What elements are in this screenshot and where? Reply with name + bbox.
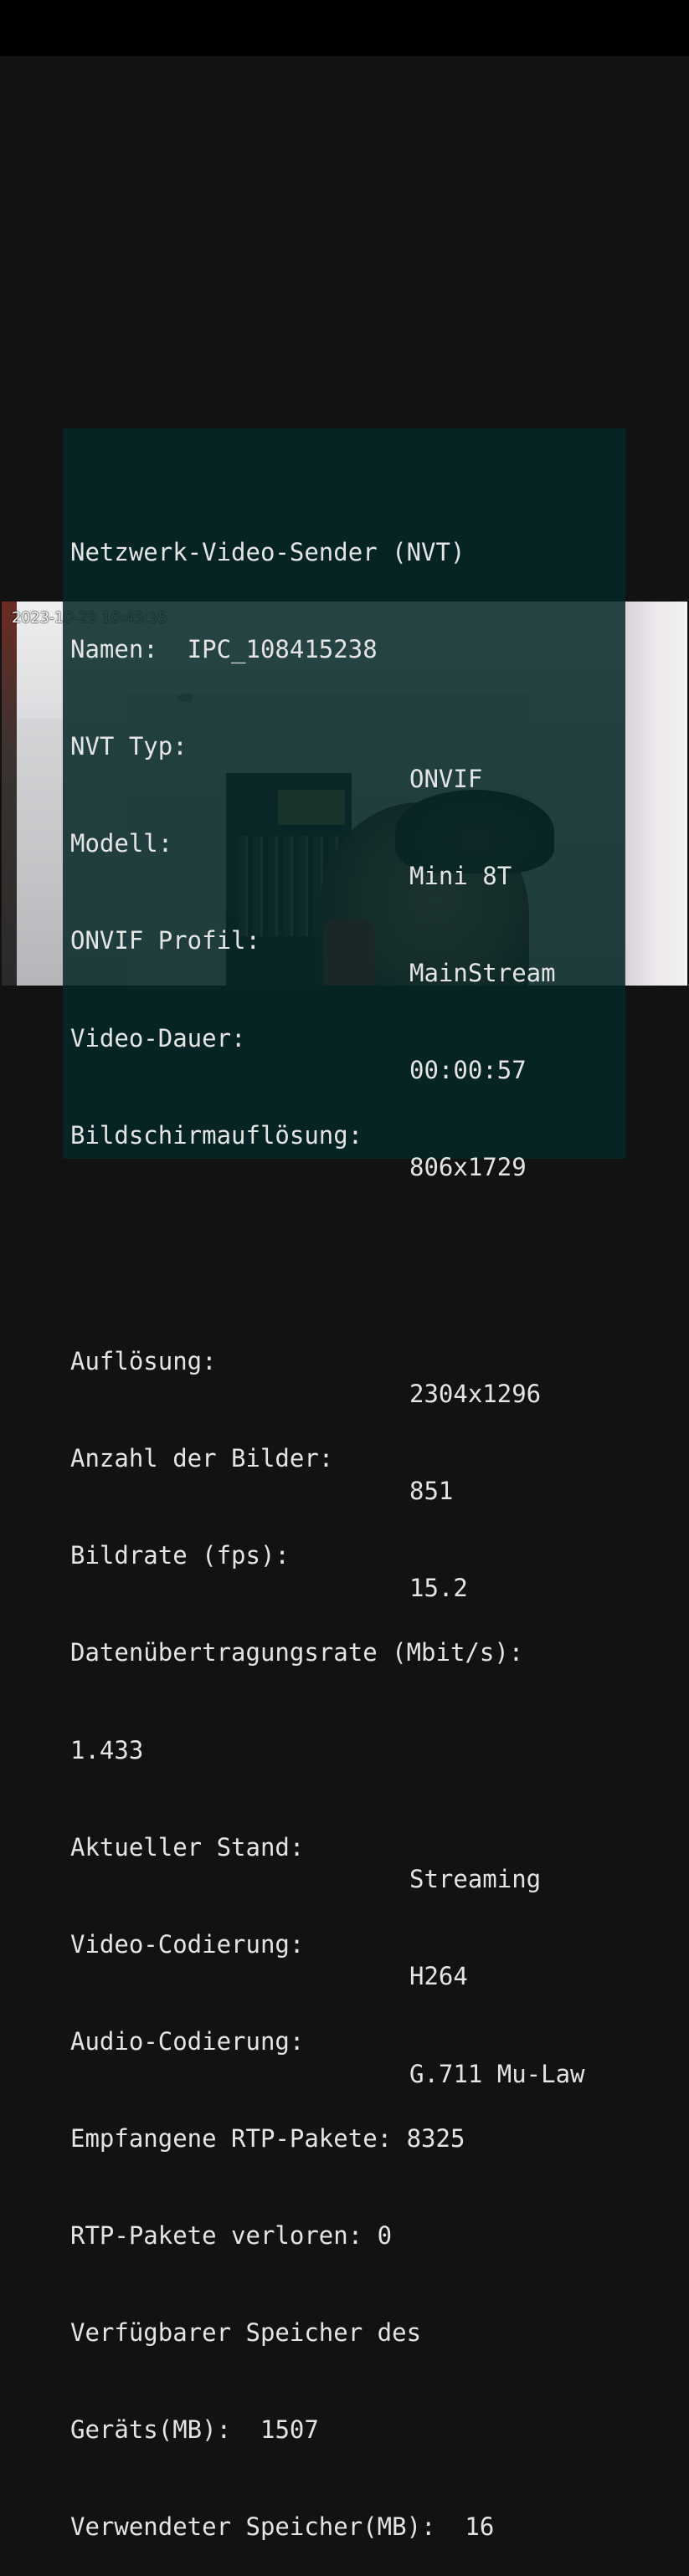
current-status-value: Streaming [409, 1865, 542, 1894]
resolution-label: Auflösung: [70, 1347, 217, 1376]
frame-rate-label: Bildrate (fps): [70, 1541, 290, 1570]
nvt-type-value: ONVIF [409, 765, 483, 793]
status-bar [0, 0, 689, 56]
stream-info-panel: Netzwerk-Video-Sender (NVT) Namen: IPC_1… [63, 428, 625, 2541]
video-duration-value: 00:00:57 [409, 1056, 527, 1085]
rtp-lost-text: RTP-Pakete verloren: 0 [70, 2220, 392, 2252]
screen-resolution-label: Bildschirmauflösung: [70, 1120, 363, 1150]
rtp-lost-label: RTP-Pakete verloren: [70, 2221, 363, 2251]
info-title: Netzwerk-Video-Sender (NVT) [70, 538, 465, 567]
info-row-rtp-lost: RTP-Pakete verloren: 0 [70, 2187, 625, 2250]
onvif-profile-value: MainStream [409, 959, 556, 988]
video-codec-label: Video-Codierung: [70, 1929, 305, 1959]
info-row-screen-resolution: Bildschirmauflösung: 806x1729 [70, 1087, 625, 1182]
rtp-received-label: Empfangene RTP-Pakete: [70, 2123, 393, 2153]
info-row-free-storage-line2: Geräts(MB): 1507 [70, 2382, 625, 2444]
bitrate-value: 1.433 [70, 1735, 144, 1764]
info-name-row: Namen: IPC_108415238 [70, 602, 625, 663]
info-row-video-codec: Video-Codierung: H264 [70, 1896, 625, 1991]
device-name: Namen: IPC_108415238 [70, 635, 378, 664]
info-row-used-storage: Verwendeter Speicher(MB): 16 [70, 2479, 625, 2541]
info-row-rtp-received: Empfangene RTP-Pakete: 8325 [70, 2090, 625, 2153]
free-storage-text: Geräts(MB): 1507 [70, 2414, 319, 2446]
info-row-nvt-type: NVT Typ: ONVIF [70, 699, 625, 793]
video-scene-window [624, 602, 687, 986]
nvt-type-label: NVT Typ: [70, 732, 188, 761]
info-row-model: Modell: Mini 8T [70, 796, 625, 890]
video-scene-left-edge [2, 602, 17, 986]
free-storage-label-line2: Geräts(MB): [70, 2415, 232, 2445]
onvif-profile-label: ONVIF Profil: [70, 926, 260, 955]
info-row-resolution: Auflösung: 2304x1296 [70, 1313, 625, 1408]
audio-codec-label: Audio-Codierung: [70, 2026, 305, 2056]
audio-codec-value: G.711 Mu-Law [409, 2059, 585, 2088]
bitrate-label: Datenübertragungsrate (Mbit/s): [70, 1638, 524, 1667]
used-storage-label: Verwendeter Speicher(MB): [70, 2512, 436, 2542]
info-row-bitrate-label: Datenübertragungsrate (Mbit/s): [70, 1605, 625, 1667]
resolution-value: 2304x1296 [409, 1379, 542, 1408]
video-duration-label: Video-Dauer: [70, 1023, 246, 1052]
info-row-frame-count: Anzahl der Bilder: 851 [70, 1411, 625, 1505]
frame-rate-value: 15.2 [409, 1574, 468, 1603]
frame-count-value: 851 [409, 1476, 454, 1505]
model-value: Mini 8T [409, 862, 512, 891]
video-codec-value: H264 [409, 1962, 468, 1991]
used-storage-text: Verwendeter Speicher(MB): 16 [70, 2511, 494, 2543]
info-row-onvif-profile: ONVIF Profil: MainStream [70, 893, 625, 987]
info-row-audio-codec: Audio-Codierung: G.711 Mu-Law [70, 1993, 625, 2088]
info-row-video-duration: Video-Dauer: 00:00:57 [70, 990, 625, 1085]
rtp-lost-value: 0 [377, 2221, 393, 2251]
info-row-frame-rate: Bildrate (fps): 15.2 [70, 1508, 625, 1602]
used-storage-value: 16 [465, 2512, 495, 2542]
free-storage-label-line1: Verfügbarer Speicher des [70, 2318, 422, 2348]
info-title-row: Netzwerk-Video-Sender (NVT) [70, 504, 625, 566]
free-storage-value: 1507 [260, 2415, 319, 2445]
rtp-received-text: Empfangene RTP-Pakete: 8325 [70, 2123, 465, 2155]
current-status-label: Aktueller Stand: [70, 1832, 305, 1862]
screen-resolution-value: 806x1729 [409, 1153, 527, 1182]
info-row-free-storage-line1: Verfügbarer Speicher des [70, 2284, 625, 2347]
info-row-bitrate-value: 1.433 [70, 1702, 625, 1764]
info-row-current-status: Aktueller Stand: Streaming [70, 1799, 625, 1894]
model-label: Modell: [70, 829, 173, 858]
frame-count-label: Anzahl der Bilder: [70, 1444, 334, 1473]
rtp-received-value: 8325 [406, 2123, 465, 2153]
